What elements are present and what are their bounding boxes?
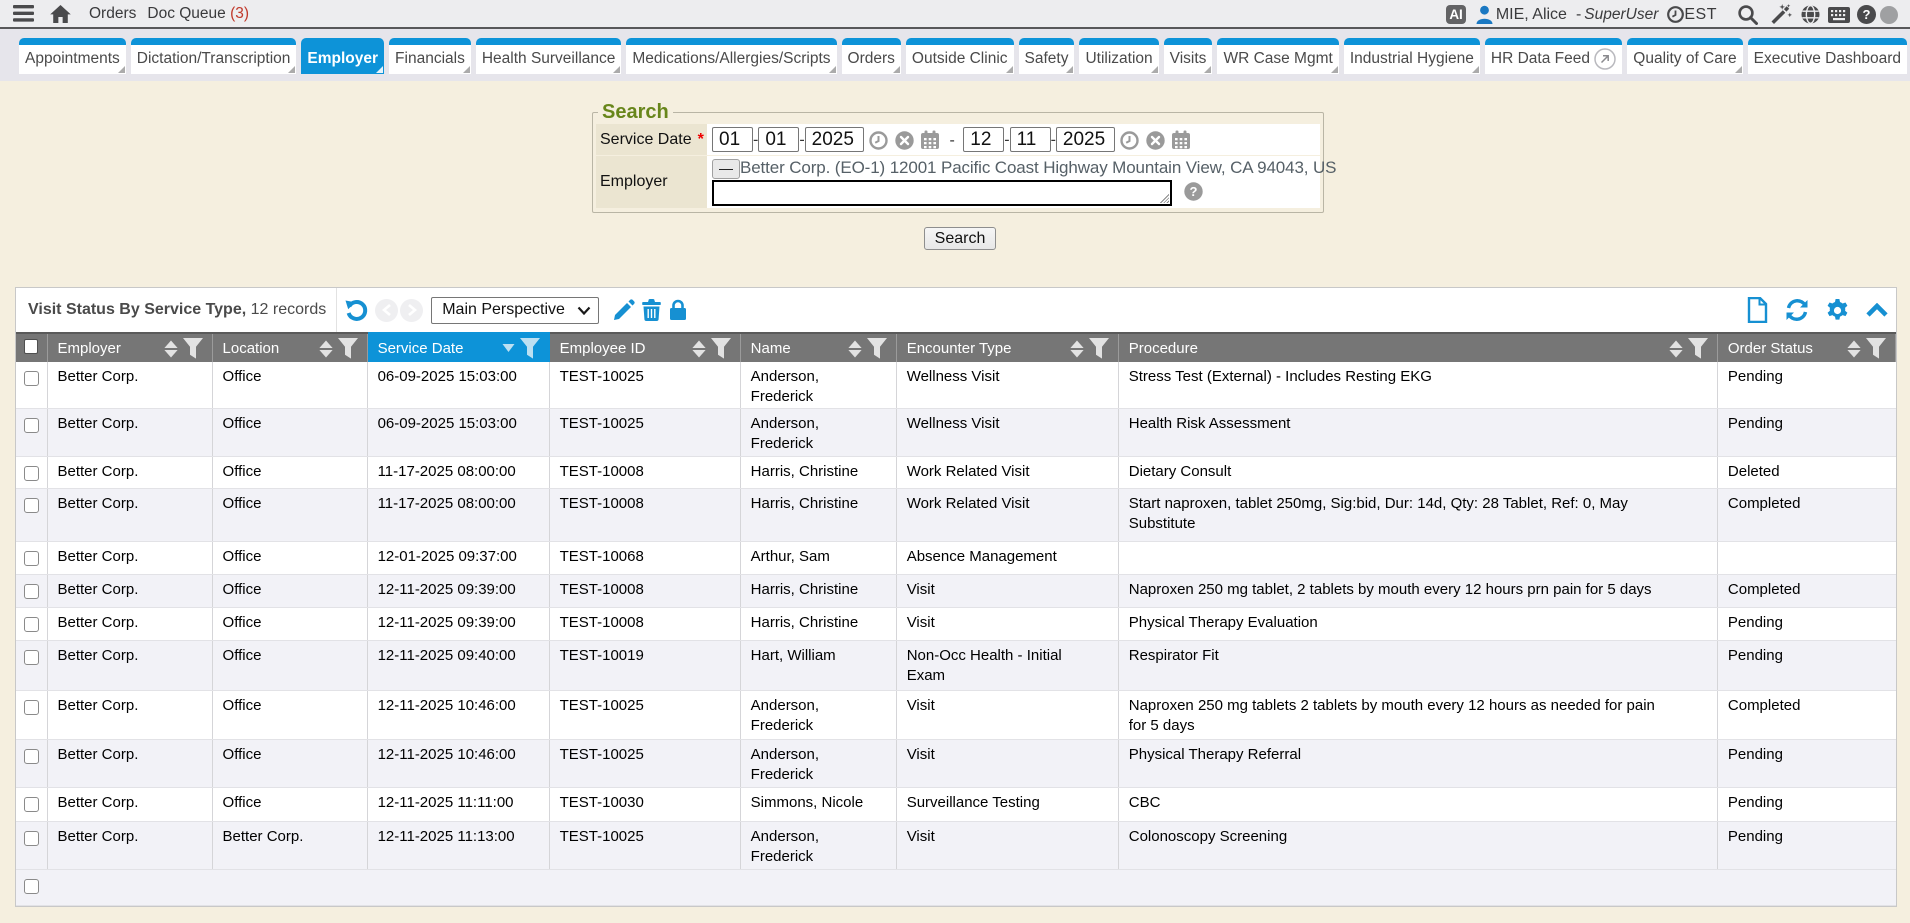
svg-text:?: ?: [1863, 7, 1871, 22]
svg-text:?: ?: [1190, 184, 1198, 199]
